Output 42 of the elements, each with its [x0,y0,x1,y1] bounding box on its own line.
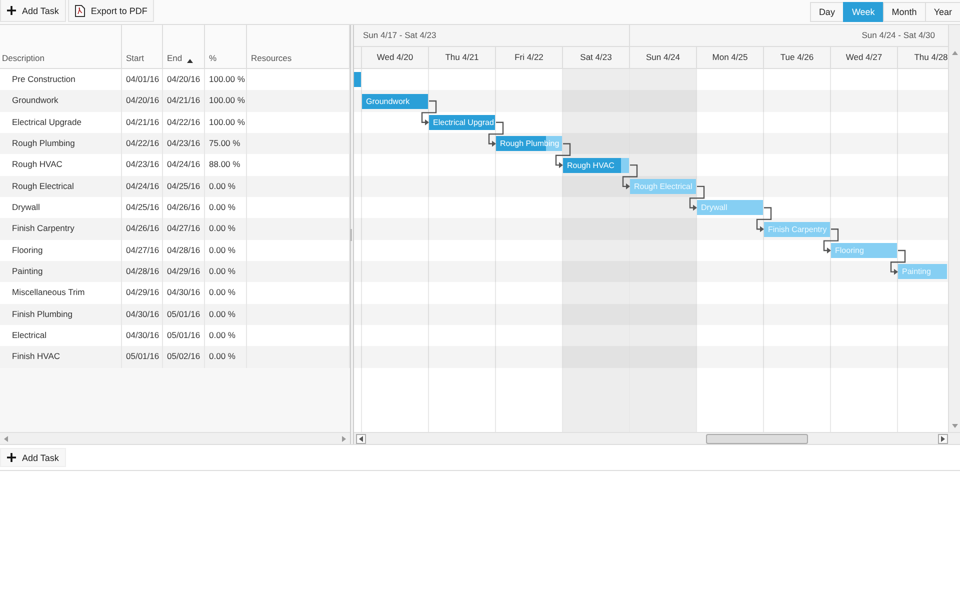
plus-icon [7,453,16,462]
scroll-left-button[interactable] [356,434,366,444]
day-header: Fri 4/22 [496,47,563,68]
add-task-button[interactable]: Add Task [0,448,66,467]
export-pdf-button[interactable]: Export to PDF [68,0,154,22]
start-date-cell: 05/01/16 [122,346,163,368]
day-header: Mon 4/25 [697,47,764,68]
column-header[interactable]: End [163,25,205,68]
task-name-cell: Finish HVAC [0,346,122,368]
day-header: Wed 4/27 [831,47,898,68]
horizontal-scrollbar[interactable] [354,432,960,444]
day-header: Sun 4/24 [630,47,697,68]
day-header: Tue 4/26 [764,47,831,68]
column-header[interactable]: Start [122,25,163,68]
day-header: Wed 4/20 [362,47,429,68]
scrollbar-thumb[interactable] [706,434,808,444]
column-header[interactable]: Description [0,25,122,68]
week-header: Sun 4/17 - Sat 4/23 [354,25,630,46]
splitter-handle[interactable] [350,228,352,240]
column-header[interactable]: % [205,25,247,68]
scroll-left-icon[interactable] [4,436,8,442]
caret-left-icon [359,436,363,442]
scroll-up-icon[interactable] [952,51,958,55]
week-header: Sun 4/24 - Sat 4/30 [860,29,936,42]
pdf-file-icon [74,4,85,16]
sort-ascending-icon [187,59,194,63]
scroll-right-icon[interactable] [342,436,346,442]
add-task-button[interactable]: Add Task [0,0,66,22]
view-tab[interactable]: Day [810,2,843,22]
percent-cell: 0.00 % [205,346,247,368]
vertical-scrollbar[interactable] [948,25,960,432]
scroll-right-button[interactable] [938,434,948,444]
scroll-down-icon[interactable] [952,424,958,428]
day-header: Sat 4/23 [563,47,630,68]
view-tab[interactable]: Year [924,2,960,22]
caret-right-icon [941,436,945,442]
day-header: Thu 4/21 [429,47,496,68]
end-date-cell: 05/02/16 [163,346,205,368]
horizontal-scrollbar[interactable] [0,432,350,444]
view-tab[interactable]: Month [882,2,925,22]
plus-icon [7,6,16,15]
task-bar[interactable] [354,72,361,88]
